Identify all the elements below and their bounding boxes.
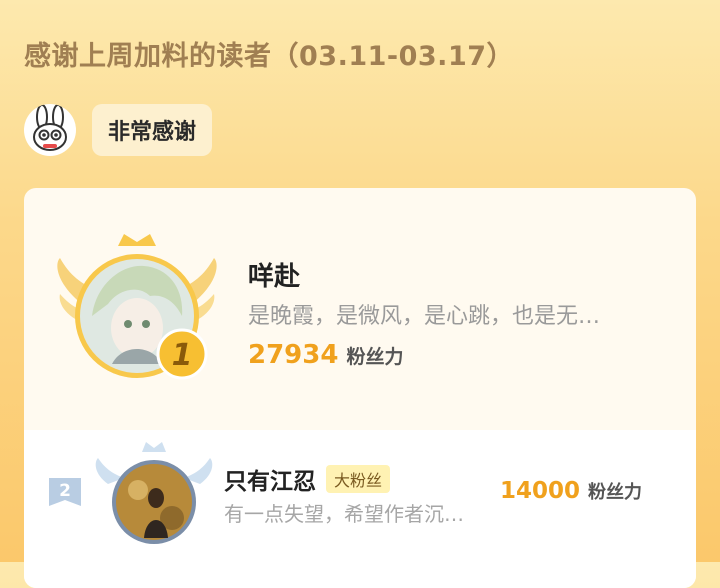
bunny-mascot-icon: [24, 104, 76, 156]
leaderboard-row-first[interactable]: 1 咩赴 是晚霞，是微风，是心跳，也是无… 27934 粉丝力: [24, 188, 696, 430]
fans-value-first: 27934: [248, 340, 339, 370]
reader-name-first[interactable]: 咩赴: [248, 256, 300, 293]
fans-unit-first: 粉丝力: [346, 346, 404, 368]
avatar-first[interactable]: 1: [52, 224, 222, 394]
reader-name-second[interactable]: 只有江忍 大粉丝: [224, 462, 391, 496]
fans-value-second: 14000: [500, 478, 581, 504]
page-title: 感谢上周加料的读者（03.11-03.17）: [24, 41, 515, 72]
big-fan-badge: 大粉丝: [326, 465, 391, 493]
leaderboard-card: 1 咩赴 是晚霞，是微风，是心跳，也是无… 27934 粉丝力 2 只有江忍 大…: [24, 188, 696, 588]
avatar-second[interactable]: [94, 438, 214, 562]
thanks-bubble: 非常感谢: [92, 104, 213, 156]
reader-bio-first: 是晚霞，是微风，是心跳，也是无…: [248, 304, 601, 329]
rank-medal-first: 1: [172, 338, 193, 373]
fans-power-first: 27934 粉丝力: [248, 340, 403, 370]
leaderboard-row-second[interactable]: 2 只有江忍 大粉丝 有一点失望，希望作者沉… 14000 粉丝力: [24, 430, 696, 588]
fans-power-second: 14000 粉丝力: [500, 478, 642, 504]
fans-unit-second: 粉丝力: [588, 482, 643, 503]
rank-number-second: 2: [59, 481, 71, 501]
reader-bio-second: 有一点失望，希望作者沉…: [224, 502, 464, 526]
reader-name-second-text: 只有江忍: [224, 469, 316, 495]
rank-badge-second: 2: [46, 474, 84, 512]
